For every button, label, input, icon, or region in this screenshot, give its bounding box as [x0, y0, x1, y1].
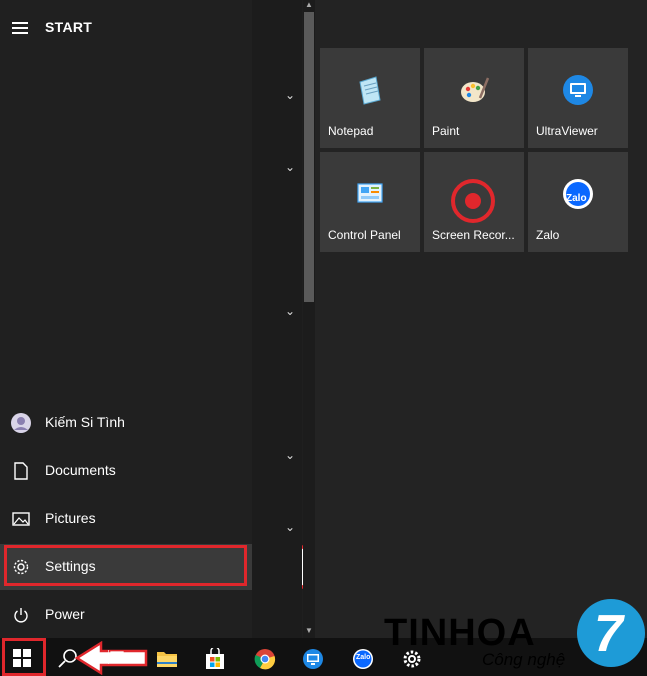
notepad-icon	[359, 76, 381, 105]
pictures-icon	[11, 509, 31, 529]
watermark-brand: TINHOA	[384, 612, 536, 654]
nav-item-pictures[interactable]: Pictures	[0, 496, 252, 542]
nav-item-power[interactable]: Power	[0, 592, 252, 638]
tile-ultraviewer[interactable]: UltraViewer	[528, 48, 628, 148]
screen-recorder-icon	[451, 179, 495, 223]
chevron-down-icon[interactable]: ⌄	[285, 448, 295, 462]
document-icon	[11, 461, 31, 481]
nav-item-label: Kiếm Si Tình	[45, 414, 125, 430]
tile-label: Control Panel	[328, 228, 401, 242]
paint-icon	[461, 77, 490, 102]
tile-zalo[interactable]: Zalo Zalo	[528, 152, 628, 252]
tile-label: Screen Recor...	[432, 228, 515, 242]
watermark-logo-digit: 7	[594, 605, 623, 663]
chevron-down-icon[interactable]: ⌄	[285, 304, 295, 318]
start-menu-header: START	[0, 0, 252, 56]
tile-label: Paint	[432, 124, 460, 138]
task-view-icon[interactable]	[108, 649, 126, 665]
scroll-up-icon[interactable]: ▲	[304, 0, 314, 10]
control-panel-icon	[357, 183, 383, 203]
settings-highlight-box	[4, 545, 247, 586]
file-explorer-icon[interactable]	[156, 648, 178, 668]
nav-item-label: Power	[45, 606, 85, 622]
tile-label: Notepad	[328, 124, 374, 138]
nav-item-user[interactable]: Kiếm Si Tình	[0, 400, 252, 446]
tile-paint[interactable]: Paint	[424, 48, 524, 148]
power-icon	[11, 605, 31, 625]
watermark-tagline: Công nghệ	[482, 650, 566, 669]
nav-item-label: Pictures	[45, 510, 96, 526]
zalo-icon-text: Zalo	[356, 654, 371, 661]
ultraviewer-icon[interactable]	[302, 648, 324, 670]
tile-screen-recorder[interactable]: Screen Recor...	[424, 152, 524, 252]
zalo-icon-text: Zalo	[566, 193, 587, 204]
tile-label: Zalo	[536, 228, 560, 242]
tile-control-panel[interactable]: Control Panel	[320, 152, 420, 252]
chrome-icon[interactable]	[254, 648, 276, 670]
scroll-down-icon[interactable]: ▼	[304, 626, 314, 636]
chevron-down-icon[interactable]: ⌄	[285, 160, 295, 174]
user-avatar-icon	[11, 413, 31, 433]
zalo-icon[interactable]: Zalo	[352, 648, 374, 670]
start-button-highlight-box	[2, 638, 46, 676]
tile-label: UltraViewer	[536, 124, 598, 138]
scrollbar-thumb[interactable]	[304, 12, 314, 302]
chevron-down-icon[interactable]: ⌄	[285, 88, 295, 102]
start-menu-rail	[0, 0, 252, 638]
tile-notepad[interactable]: Notepad	[320, 48, 420, 148]
ultraviewer-icon	[563, 75, 593, 105]
start-title: START	[45, 19, 93, 35]
nav-item-documents[interactable]: Documents	[0, 448, 252, 494]
chevron-down-icon[interactable]: ⌄	[285, 520, 295, 534]
nav-item-label: Documents	[45, 462, 116, 478]
hamburger-menu-icon[interactable]	[12, 22, 28, 34]
store-icon[interactable]	[204, 648, 226, 670]
